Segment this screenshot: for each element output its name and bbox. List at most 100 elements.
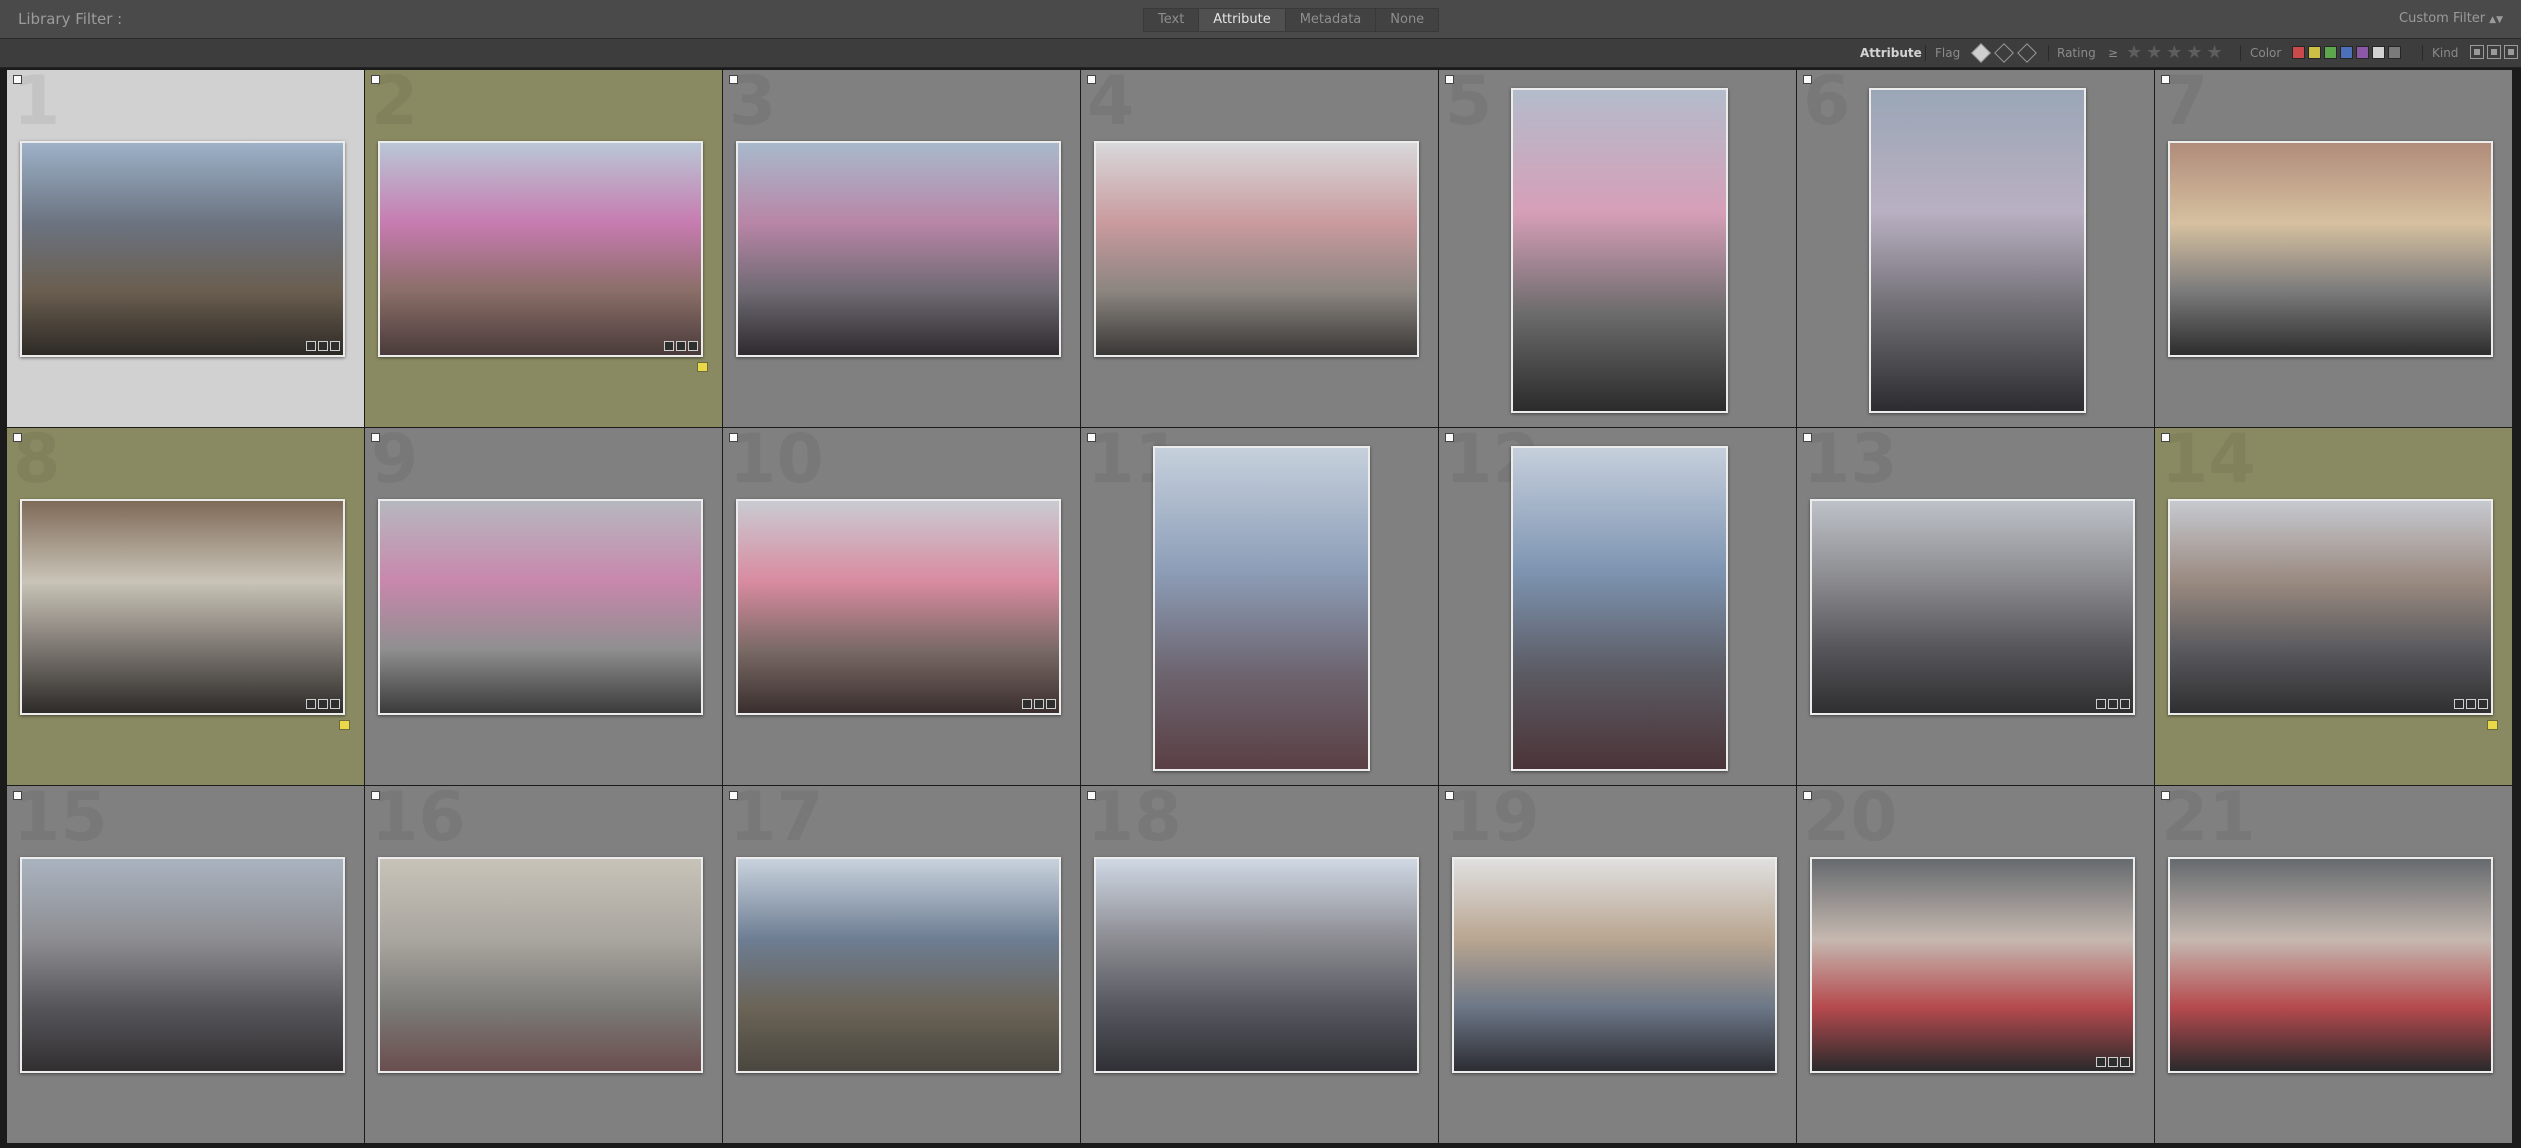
grid-cell[interactable]: 10 [723,428,1080,785]
quick-collection-marker[interactable] [1803,75,1812,84]
develop-badge-icon[interactable] [688,341,698,351]
quick-collection-marker[interactable] [1445,791,1454,800]
grid-cell[interactable]: 15 [7,786,364,1143]
photo-thumbnail[interactable] [378,499,703,715]
grid-cell[interactable]: 17 [723,786,1080,1143]
develop-badge-icon[interactable] [2120,699,2130,709]
quick-collection-marker[interactable] [371,75,380,84]
virtual-copies-icon[interactable] [2487,45,2501,59]
videos-icon[interactable] [2504,45,2518,59]
metadata-badge-icon[interactable] [664,341,674,351]
quick-collection-marker[interactable] [13,75,22,84]
photo-thumbnail[interactable] [20,857,345,1073]
photo-thumbnail[interactable] [736,141,1061,357]
crop-badge-icon[interactable] [2466,699,2476,709]
photo-thumbnail[interactable] [1452,857,1777,1073]
grid-cell[interactable]: 13 [1797,428,2154,785]
color-swatch-3[interactable] [2340,46,2353,59]
quick-collection-marker[interactable] [2161,75,2170,84]
grid-cell[interactable]: 7 [2155,70,2512,427]
quick-collection-marker[interactable] [2161,433,2170,442]
metadata-badge-icon[interactable] [306,699,316,709]
photo-thumbnail[interactable] [736,857,1061,1073]
photo-thumbnail[interactable] [2168,499,2493,715]
crop-badge-icon[interactable] [2108,699,2118,709]
tab-none[interactable]: None [1376,9,1438,31]
rating-operator[interactable]: ≥ [2108,46,2118,60]
grid-cell[interactable]: 20 [1797,786,2154,1143]
photo-thumbnail[interactable] [2168,141,2493,357]
color-swatch-6[interactable] [2388,46,2401,59]
quick-collection-marker[interactable] [729,433,738,442]
develop-badge-icon[interactable] [2478,699,2488,709]
grid-cell[interactable]: 21 [2155,786,2512,1143]
quick-collection-marker[interactable] [1087,433,1096,442]
grid-cell[interactable]: 6 [1797,70,2154,427]
photo-thumbnail[interactable] [2168,857,2493,1073]
grid-cell[interactable]: 11 [1081,428,1438,785]
crop-badge-icon[interactable] [2108,1057,2118,1067]
color-swatch-4[interactable] [2356,46,2369,59]
grid-cell[interactable]: 12 [1439,428,1796,785]
color-swatch-2[interactable] [2324,46,2337,59]
photo-thumbnail[interactable] [20,499,345,715]
quick-collection-marker[interactable] [1803,433,1812,442]
quick-collection-marker[interactable] [13,791,22,800]
rating-stars[interactable]: ★★★★★ [2126,42,2227,63]
photo-thumbnail[interactable] [378,857,703,1073]
color-swatch-5[interactable] [2372,46,2385,59]
quick-collection-marker[interactable] [729,75,738,84]
tab-attribute[interactable]: Attribute [1199,9,1286,31]
tab-text[interactable]: Text [1144,9,1200,31]
grid-cell[interactable]: 19 [1439,786,1796,1143]
grid-cell[interactable]: 9 [365,428,722,785]
grid-cell[interactable]: 4 [1081,70,1438,427]
flagged-filter-icon[interactable] [1971,43,1991,63]
crop-badge-icon[interactable] [676,341,686,351]
metadata-badge-icon[interactable] [306,341,316,351]
photo-thumbnail[interactable] [736,499,1061,715]
grid-cell[interactable]: 1 [7,70,364,427]
tab-metadata[interactable]: Metadata [1286,9,1377,31]
photo-thumbnail[interactable] [1869,88,2086,413]
develop-badge-icon[interactable] [2120,1057,2130,1067]
rejected-filter-icon[interactable] [2017,43,2037,63]
quick-collection-marker[interactable] [729,791,738,800]
master-photos-icon[interactable] [2470,45,2484,59]
quick-collection-marker[interactable] [13,433,22,442]
unflagged-filter-icon[interactable] [1994,43,2014,63]
photo-thumbnail[interactable] [1094,857,1419,1073]
quick-collection-marker[interactable] [371,791,380,800]
grid-cell[interactable]: 16 [365,786,722,1143]
quick-collection-marker[interactable] [1445,75,1454,84]
photo-thumbnail[interactable] [1511,88,1728,413]
grid-cell[interactable]: 8 [7,428,364,785]
metadata-badge-icon[interactable] [1022,699,1032,709]
metadata-badge-icon[interactable] [2096,699,2106,709]
quick-collection-marker[interactable] [1445,433,1454,442]
quick-collection-marker[interactable] [1803,791,1812,800]
quick-collection-marker[interactable] [2161,791,2170,800]
custom-filter-dropdown[interactable]: Custom Filter ▲▼ [2399,11,2503,26]
grid-cell[interactable]: 5 [1439,70,1796,427]
metadata-badge-icon[interactable] [2096,1057,2106,1067]
develop-badge-icon[interactable] [1046,699,1056,709]
color-swatch-0[interactable] [2292,46,2305,59]
develop-badge-icon[interactable] [330,341,340,351]
photo-thumbnail[interactable] [1810,857,2135,1073]
grid-cell[interactable]: 3 [723,70,1080,427]
photo-thumbnail[interactable] [378,141,703,357]
crop-badge-icon[interactable] [318,341,328,351]
photo-thumbnail[interactable] [1511,446,1728,771]
photo-thumbnail[interactable] [1810,499,2135,715]
quick-collection-marker[interactable] [371,433,380,442]
develop-badge-icon[interactable] [330,699,340,709]
crop-badge-icon[interactable] [1034,699,1044,709]
metadata-badge-icon[interactable] [2454,699,2464,709]
crop-badge-icon[interactable] [318,699,328,709]
grid-cell[interactable]: 14 [2155,428,2512,785]
color-swatch-1[interactable] [2308,46,2321,59]
photo-thumbnail[interactable] [1153,446,1370,771]
photo-thumbnail[interactable] [20,141,345,357]
grid-cell[interactable]: 2 [365,70,722,427]
